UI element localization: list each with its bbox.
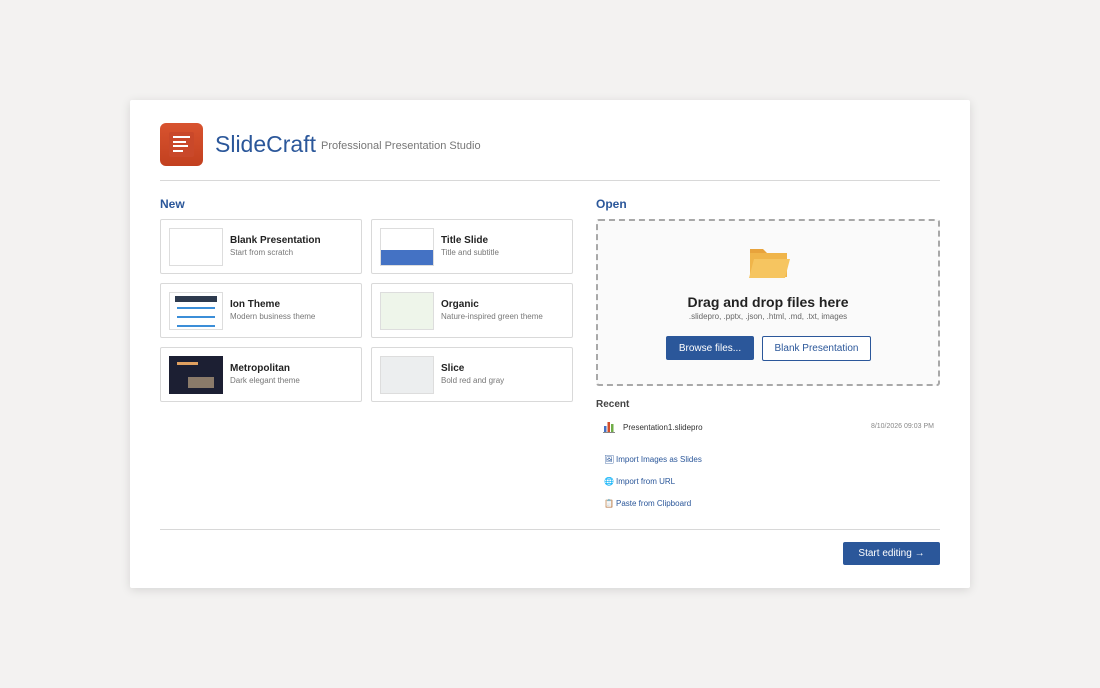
template-description: Start from scratch [230,248,294,257]
new-section-label: New [160,197,185,211]
template-title: Title Slide [441,235,489,246]
open-section-label: Open [596,197,627,211]
dropzone-formats: .slidepro, .pptx, .json, .html, .md, .tx… [688,312,848,321]
template-thumbnail [169,356,223,394]
template-description: Dark elegant theme [230,376,300,385]
browse-files-button[interactable]: Browse files... [666,336,754,360]
recent-file-date: 8/10/2026 09:03 PM [870,423,934,430]
clipboard-icon: 📋 [604,499,614,508]
template-title-slide[interactable]: Title Slide Title and subtitle [371,219,573,274]
app-subtitle: Professional Presentation Studio [321,140,481,152]
template-description: Title and subtitle [441,248,499,257]
template-title: Slice [441,363,465,374]
template-title: Blank Presentation [230,235,321,246]
template-metropolitan[interactable]: Metropolitan Dark elegant theme [160,347,362,402]
template-blank-presentation[interactable]: Blank Presentation Start from scratch [160,219,362,274]
paste-clipboard-label: Paste from Clipboard [616,499,692,508]
recent-file-item[interactable]: Presentation1.slidepro 8/10/2026 09:03 P… [596,416,940,438]
template-title: Metropolitan [230,363,290,374]
start-dialog: SlideCraft Professional Presentation Stu… [130,100,970,588]
import-url-label: Import from URL [616,477,676,486]
template-ion-theme[interactable]: Ion Theme Modern business theme [160,283,362,338]
template-description: Modern business theme [230,312,316,321]
template-thumbnail [380,228,434,266]
recent-label: Recent [596,399,630,410]
template-thumbnail [169,292,223,330]
dialog-header: SlideCraft Professional Presentation Stu… [160,123,940,181]
template-slice[interactable]: Slice Bold red and gray [371,347,573,402]
template-title: Organic [441,299,479,310]
template-thumbnail [380,356,434,394]
blank-presentation-button[interactable]: Blank Presentation [762,336,871,361]
folder-open-icon [749,249,790,278]
globe-icon: 🌐 [604,477,614,486]
import-url-link[interactable]: 🌐 Import from URL [604,477,675,486]
template-thumbnail [380,292,434,330]
paste-clipboard-link[interactable]: 📋 Paste from Clipboard [604,499,691,508]
app-title: SlideCraft [215,131,316,157]
template-description: Bold red and gray [441,376,505,385]
image-icon: 🖼 [604,455,615,464]
import-images-label: Import Images as Slides [616,455,702,464]
template-organic[interactable]: Organic Nature-inspired green theme [371,283,573,338]
file-dropzone[interactable]: Drag and drop files here .slidepro, .ppt… [596,219,940,386]
template-thumbnail [169,228,223,266]
slidecraft-logo-icon [160,123,203,166]
recent-file-name: Presentation1.slidepro [623,423,703,432]
template-description: Nature-inspired green theme [441,312,543,321]
dropzone-title: Drag and drop files here [687,294,849,310]
import-images-link[interactable]: 🖼 Import Images as Slides [604,455,702,464]
start-editing-button[interactable]: Start editing → [843,542,940,565]
template-title: Ion Theme [230,299,281,310]
footer-divider [160,529,940,530]
chart-icon [603,422,615,433]
